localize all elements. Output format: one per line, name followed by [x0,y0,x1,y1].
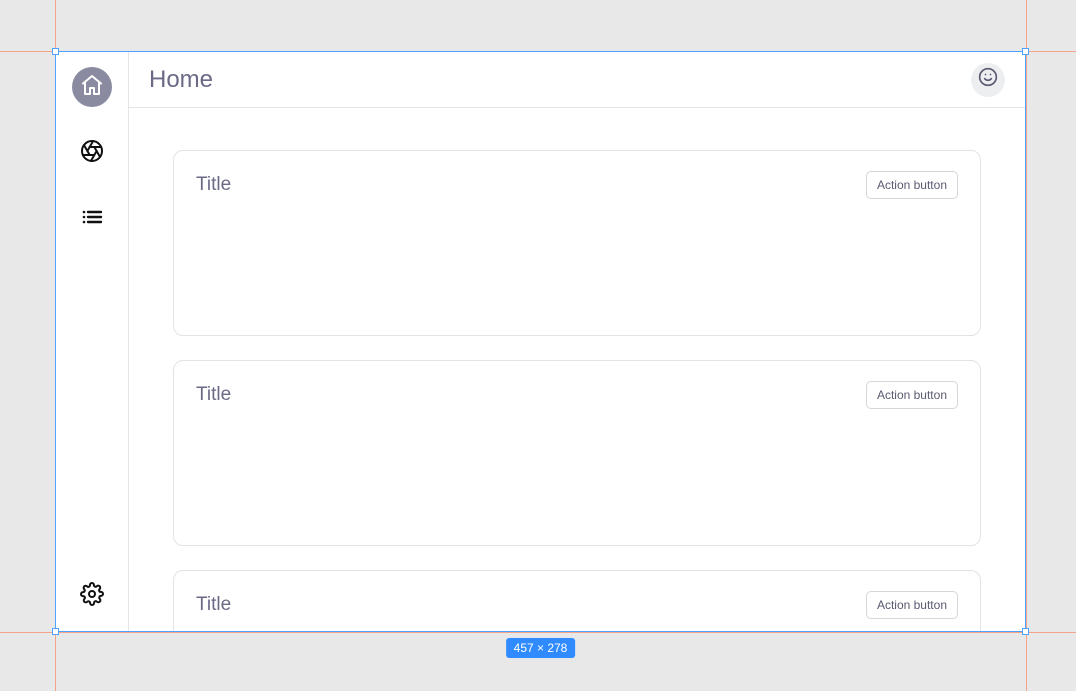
action-button[interactable]: Action button [866,381,958,409]
page-title: Home [149,66,213,94]
card-header: Title Action button [196,591,958,619]
card: Title Action button [173,150,981,336]
guide-right [1026,0,1027,691]
card-title: Title [196,174,231,196]
gear-icon [80,582,104,611]
action-button[interactable]: Action button [866,171,958,199]
sidebar [56,52,129,631]
sidebar-item-aperture[interactable] [72,133,112,173]
guide-bottom [0,632,1076,633]
smiley-icon [978,67,998,92]
aperture-icon [80,139,104,168]
card-title: Title [196,594,231,616]
content-area: Title Action button Title Action button … [129,108,1025,631]
card: Title Action button [173,360,981,546]
topbar: Home [129,52,1025,108]
dimensions-badge: 457 × 278 [506,638,576,658]
sidebar-item-home[interactable] [72,67,112,107]
main-column: Home Title Action button [129,52,1025,631]
card-header: Title Action button [196,381,958,409]
card-header: Title Action button [196,171,958,199]
card-title: Title [196,384,231,406]
action-button[interactable]: Action button [866,591,958,619]
profile-button[interactable] [971,63,1005,97]
home-icon [80,73,104,102]
list-icon [80,205,104,234]
app-frame: Home Title Action button [55,51,1026,632]
sidebar-item-settings[interactable] [72,576,112,616]
sidebar-item-list[interactable] [72,199,112,239]
card: Title Action button [173,570,981,631]
